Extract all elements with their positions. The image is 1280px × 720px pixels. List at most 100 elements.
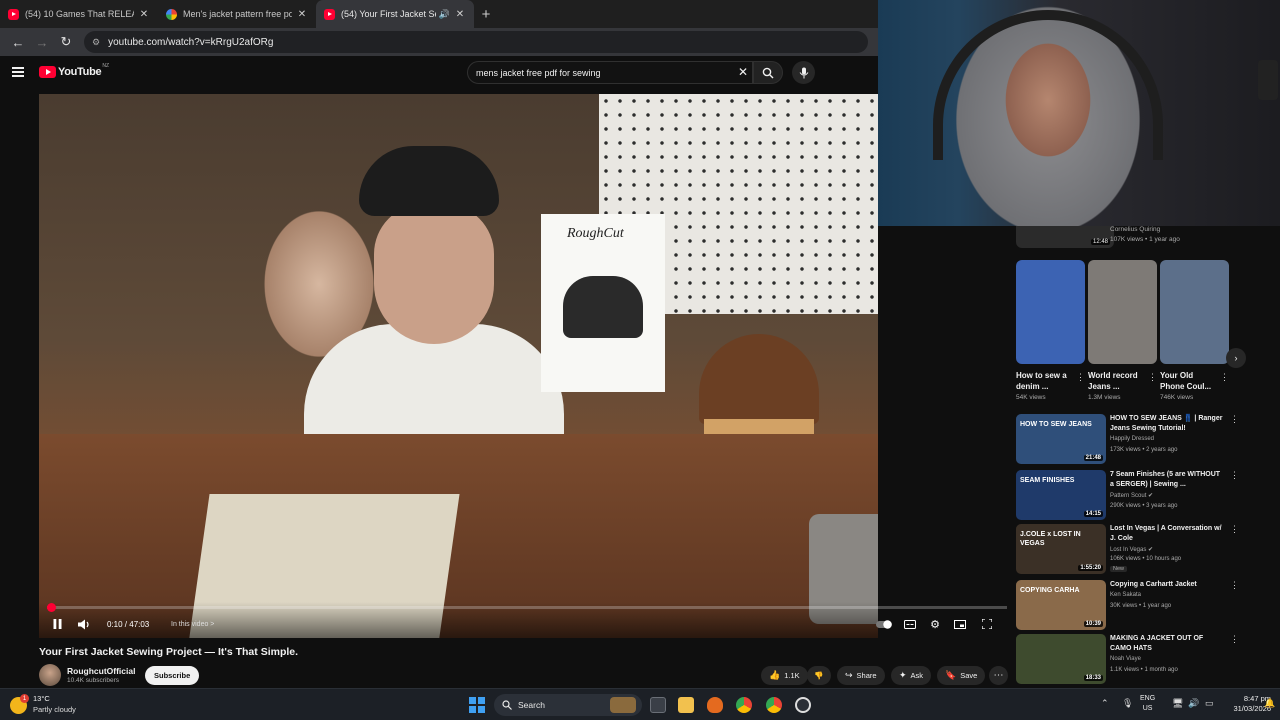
browser-tab-1[interactable]: (54) 10 Games That RELEASED ✕ — [0, 0, 158, 28]
short-item[interactable]: World record Jeans ... 1.3M views ⋮ — [1088, 260, 1157, 401]
short-thumbnail[interactable] — [1160, 260, 1229, 364]
recommended-video[interactable]: SEAM FINISHES 14:15 7 Seam Finishes (5 a… — [1016, 470, 1280, 522]
forward-arrow-icon[interactable]: → — [30, 30, 54, 54]
reload-icon[interactable]: ↻ — [54, 30, 78, 54]
close-tab-icon[interactable]: ✕ — [296, 9, 308, 20]
more-options-icon[interactable]: ⋮ — [1230, 414, 1239, 425]
dislike-button[interactable]: 👎 — [807, 666, 831, 685]
video-thumbnail[interactable]: J.COLE x LOST IN VEGAS 1:55:20 — [1016, 524, 1106, 574]
obs-icon[interactable] — [795, 697, 811, 713]
recommended-video[interactable]: COPYING CARHA 10:39 Copying a Carhartt J… — [1016, 580, 1280, 632]
language-indicator[interactable]: ENG US — [1140, 694, 1155, 714]
speaker-icon[interactable]: 🔊 — [1188, 698, 1199, 709]
new-tab-button[interactable]: + — [474, 0, 498, 28]
channel-name: Happily Dressed — [1110, 436, 1155, 442]
chrome-profile-icon[interactable] — [766, 697, 782, 713]
miniplayer-button[interactable] — [953, 616, 967, 632]
share-button[interactable]: ↪ Share — [837, 666, 885, 685]
weather-condition: Partly cloudy — [33, 705, 76, 714]
voice-search-button[interactable] — [792, 61, 815, 84]
microphone-icon — [799, 67, 808, 78]
network-icon[interactable]: 🖥 — [1172, 698, 1183, 709]
taskbar-search[interactable]: Search — [494, 694, 642, 716]
subscribe-button[interactable]: Subscribe — [145, 666, 200, 685]
volume-button[interactable] — [76, 616, 92, 632]
channel-name[interactable]: RoughcutOfficial — [67, 666, 135, 676]
fullscreen-button[interactable] — [980, 616, 994, 632]
file-explorer-icon[interactable] — [678, 697, 694, 713]
video-thumbnail[interactable]: 12:48 — [1016, 226, 1114, 248]
video-thumbnail[interactable]: COPYING CARHA 10:39 — [1016, 580, 1106, 630]
thumbnail-text: J.COLE x LOST IN VEGAS — [1020, 531, 1081, 547]
channel-avatar[interactable] — [39, 664, 61, 686]
short-item[interactable]: Your Old Phone Coul... 746K views ⋮ — [1160, 260, 1229, 401]
channel-name: Lost In Vegas ✔ — [1110, 546, 1153, 553]
settings-button[interactable]: ⚙ — [928, 616, 942, 632]
address-bar[interactable]: ⚙ youtube.com/watch?v=kRrgU2afORg — [84, 31, 868, 53]
battery-icon[interactable]: ▭ — [1205, 698, 1214, 709]
more-actions-icon[interactable]: ⋯ — [989, 666, 1008, 685]
more-options-icon[interactable]: ⋮ — [1230, 580, 1239, 591]
video-meta: 106K views • 10 hours ago — [1110, 556, 1182, 562]
microphone-icon[interactable]: 🎙 — [1122, 698, 1133, 709]
chevron-up-icon[interactable]: ⌃ — [1101, 698, 1109, 709]
more-options-icon[interactable]: ⋮ — [1220, 372, 1229, 383]
channel-name: Pattern Scout ✔ — [1110, 492, 1153, 499]
sparkle-icon: ✦ — [899, 670, 907, 680]
video-player[interactable]: RoughCut — [39, 94, 878, 638]
browser-tab-3-active[interactable]: (54) Your First Jacket Sewin 🔊 ✕ — [316, 0, 474, 28]
more-options-icon[interactable]: ⋮ — [1148, 372, 1157, 383]
more-options-icon[interactable]: ⋮ — [1230, 634, 1239, 645]
more-options-icon[interactable]: ⋮ — [1076, 372, 1085, 383]
menu-icon[interactable] — [12, 67, 24, 77]
search-button[interactable] — [753, 61, 783, 84]
youtube-favicon-icon — [324, 8, 335, 20]
youtube-logo[interactable]: YouTube NZ — [39, 63, 109, 78]
video-duration: 18:33 — [1083, 675, 1103, 681]
more-options-icon[interactable]: ⋮ — [1230, 524, 1239, 535]
pause-button[interactable] — [50, 616, 64, 632]
recommendation-partial[interactable]: 12:48 Cornelius Quiring 107K views • 1 y… — [1008, 226, 1280, 252]
save-button[interactable]: 🔖 Save — [937, 666, 986, 685]
url-text: youtube.com/watch?v=kRrgU2afORg — [108, 36, 274, 48]
chapter-button[interactable]: In this video > — [165, 615, 220, 633]
video-thumbnail[interactable]: 18:33 — [1016, 634, 1106, 684]
pattern-sheet-logo: RoughCut — [567, 226, 624, 241]
short-thumbnail[interactable] — [1088, 260, 1157, 364]
short-thumbnail[interactable] — [1016, 260, 1085, 364]
jacket-illustration — [563, 276, 643, 338]
progress-bar[interactable] — [46, 603, 1007, 612]
chrome-icon[interactable] — [736, 697, 752, 713]
recommended-video[interactable]: 18:33 MAKING A JACKET OUT OF CAMO HATS N… — [1016, 634, 1280, 686]
back-arrow-icon[interactable]: ← — [6, 30, 30, 54]
recommended-video[interactable]: HOW TO SEW JEANS 21:48 HOW TO SEW JEANS … — [1016, 414, 1280, 466]
recommended-video[interactable]: J.COLE x LOST IN VEGAS 1:55:20 Lost In V… — [1016, 524, 1280, 576]
short-item[interactable]: How to sew a denim ... 54K views ⋮ — [1016, 260, 1085, 401]
clear-search-icon[interactable]: ✕ — [738, 65, 748, 79]
subtitles-button[interactable] — [903, 616, 917, 632]
time-display: 0:10 / 47:03 — [107, 619, 150, 629]
tab-title: (54) Your First Jacket Sewin — [341, 9, 436, 19]
video-thumbnail[interactable]: SEAM FINISHES 14:15 — [1016, 470, 1106, 520]
brave-browser-icon[interactable] — [707, 697, 723, 713]
more-options-icon[interactable]: ⋮ — [1230, 470, 1239, 481]
close-tab-icon[interactable]: ✕ — [138, 9, 150, 20]
google-favicon-icon — [166, 8, 177, 20]
ask-button[interactable]: ✦ Ask — [891, 666, 932, 685]
scrubber-handle[interactable] — [46, 603, 56, 612]
chevron-right-icon[interactable]: › — [1226, 348, 1246, 368]
autoplay-toggle[interactable] — [875, 616, 893, 632]
task-view-icon[interactable] — [650, 697, 666, 713]
browser-tab-2[interactable]: Men's jacket pattern free pdf fo ✕ — [158, 0, 316, 28]
windows-start-icon[interactable] — [469, 697, 485, 713]
search-input[interactable]: mens jacket free pdf for sewing ✕ — [467, 61, 753, 84]
temperature: 13°C — [33, 694, 50, 703]
close-tab-icon[interactable]: ✕ — [454, 9, 466, 20]
video-thumbnail[interactable]: HOW TO SEW JEANS 21:48 — [1016, 414, 1106, 464]
speaker-icon[interactable]: 🔊 — [439, 9, 450, 20]
save-label: Save — [960, 671, 978, 680]
notifications-icon[interactable]: 🔔 — [1264, 698, 1275, 709]
site-info-icon[interactable]: ⚙ — [92, 37, 100, 48]
video-duration: 12:48 — [1090, 239, 1110, 245]
like-button[interactable]: 👍 1.1K — [761, 666, 808, 685]
